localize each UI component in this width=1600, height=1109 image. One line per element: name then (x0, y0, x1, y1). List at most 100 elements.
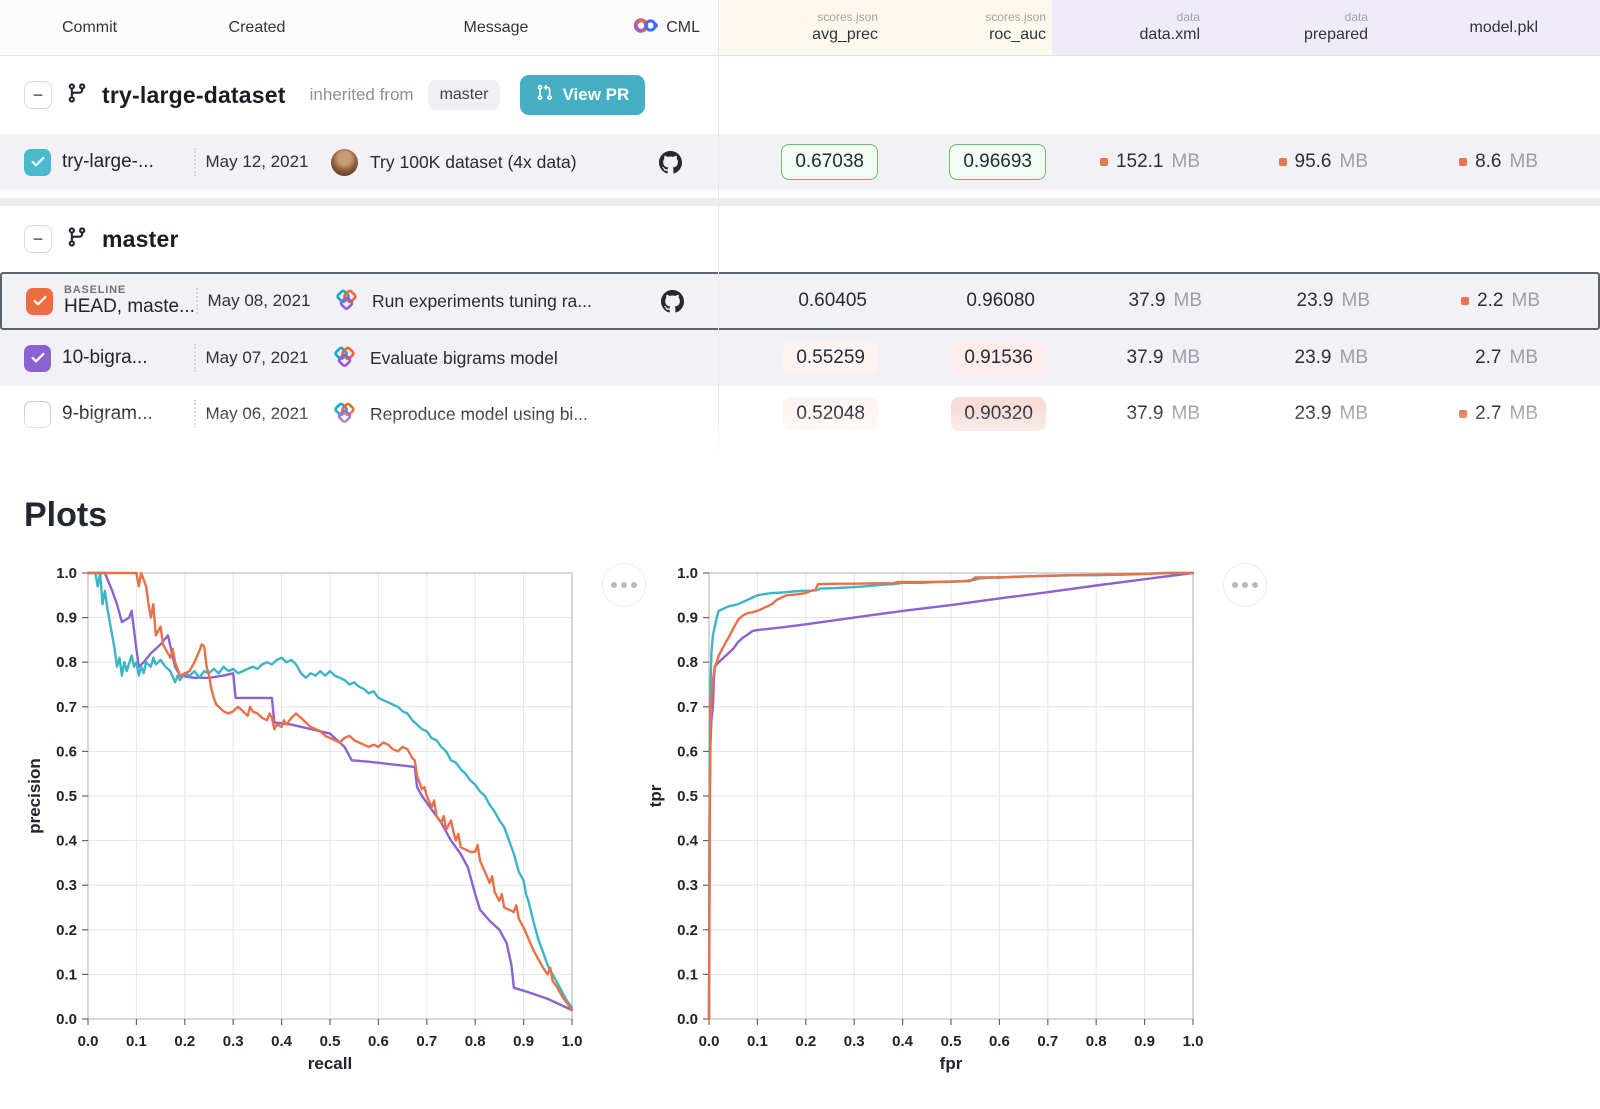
svg-text:0.6: 0.6 (989, 1033, 1010, 1050)
plot-options-button[interactable] (1223, 563, 1267, 607)
metric-avg-prec: 0.60405 (785, 284, 880, 318)
row-checkbox[interactable] (24, 345, 51, 372)
dvc-icon (331, 457, 358, 471)
github-icon[interactable] (659, 151, 682, 174)
dvc-icon (333, 288, 360, 315)
experiment-row-try-large[interactable]: try-large-... May 12, 2021 Try 100K data… (0, 134, 1600, 190)
svg-text:0.7: 0.7 (416, 1033, 437, 1050)
roc-plot: 0.00.10.20.30.40.50.60.70.80.91.00.00.10… (645, 557, 1205, 1081)
svg-text:0.5: 0.5 (941, 1033, 962, 1050)
experiment-row-9-bigrams[interactable]: 9-bigram... May 06, 2021 Reproduce model… (0, 386, 1600, 442)
pull-request-icon (536, 84, 553, 106)
row-checkbox[interactable] (24, 457, 51, 471)
placeholder (782, 455, 878, 470)
svg-text:1.0: 1.0 (1183, 1033, 1204, 1050)
branch-name: try-large-dataset (102, 82, 286, 109)
changed-marker-icon (1279, 158, 1287, 166)
svg-text:0.3: 0.3 (844, 1033, 865, 1050)
view-pr-button[interactable]: View PR (520, 75, 645, 115)
commit-name: 9-bigram... (62, 403, 182, 425)
svg-text:0.7: 0.7 (677, 699, 698, 716)
metric-roc-auc: 0.96080 (953, 284, 1048, 318)
metric-roc-auc: 0.96693 (949, 144, 1046, 180)
git-branch-icon (66, 82, 88, 109)
placeholder (1466, 464, 1538, 471)
inherited-from-label: inherited from (310, 85, 414, 105)
roc-chart: 0.00.10.20.30.40.50.60.70.80.91.00.00.10… (645, 557, 1205, 1081)
svg-text:0.1: 0.1 (126, 1033, 147, 1050)
svg-text:0.0: 0.0 (56, 1011, 77, 1028)
svg-text:0.3: 0.3 (223, 1033, 244, 1050)
collapse-branch-button[interactable]: − (24, 81, 52, 109)
svg-text:1.0: 1.0 (562, 1033, 583, 1050)
cml-infinity-icon (633, 17, 659, 39)
col-header-cml: CML (633, 17, 718, 39)
col-header-model-pkl: model.pkl (1382, 18, 1600, 38)
svg-text:0.8: 0.8 (56, 654, 77, 671)
row-checkbox[interactable] (24, 401, 51, 428)
col-header-data-xml: data data.xml (1052, 10, 1214, 45)
branch-section-try-large-dataset: − try-large-dataset inherited from maste… (0, 56, 1600, 198)
svg-text:0.1: 0.1 (677, 966, 698, 983)
svg-text:0.3: 0.3 (56, 877, 77, 894)
placeholder (1128, 464, 1200, 471)
size-value: 2.7 (1475, 403, 1501, 425)
size-value: 152.1 (1116, 151, 1164, 173)
size-value: 37.9 (1129, 290, 1166, 312)
metric-roc-auc: 0.91536 (951, 341, 1046, 375)
svg-text:0.6: 0.6 (56, 743, 77, 760)
svg-text:0.9: 0.9 (513, 1033, 534, 1050)
size-value: 23.9 (1295, 347, 1332, 369)
col-header-roc-auc: scores.json roc_auc (884, 10, 1052, 45)
precision-recall-plot: 0.00.10.20.30.40.50.60.70.80.91.00.00.10… (24, 557, 584, 1081)
precision-recall-chart: 0.00.10.20.30.40.50.60.70.80.91.00.00.10… (24, 557, 584, 1081)
plots-section: 0.00.10.20.30.40.50.60.70.80.91.00.00.10… (0, 557, 1600, 1081)
row-checkbox[interactable] (24, 149, 51, 176)
size-value: 23.9 (1297, 290, 1334, 312)
commit-message: Reproduce model using bi... (370, 404, 622, 425)
metric-avg-prec: 0.67038 (781, 144, 878, 180)
dvc-icon (331, 345, 358, 372)
branch-section-master: − master BASELINE HEAD, maste... May 08,… (0, 206, 1600, 470)
svg-text:0.4: 0.4 (271, 1033, 293, 1050)
experiment-row-head[interactable]: BASELINE HEAD, maste... May 08, 2021 Run… (0, 272, 1600, 330)
size-value: 95.6 (1295, 151, 1332, 173)
col-header-avg-prec: scores.json avg_prec (718, 10, 884, 45)
commit-name: HEAD, maste... (64, 296, 184, 318)
svg-text:0.7: 0.7 (56, 699, 77, 716)
col-header-message: Message (464, 19, 529, 37)
svg-text:tpr: tpr (646, 784, 665, 807)
baseline-badge: BASELINE (64, 284, 184, 296)
svg-text:0.5: 0.5 (56, 788, 77, 805)
plots-section-title: Plots (0, 470, 1600, 535)
experiment-row-10-bigrams[interactable]: 10-bigra... May 07, 2021 Evaluate bigram… (0, 330, 1600, 386)
git-branch-icon (66, 226, 88, 253)
commit-date: May 07, 2021 (205, 348, 308, 368)
changed-marker-icon (1459, 158, 1467, 166)
truncated-row[interactable] (0, 442, 1600, 470)
row-checkbox[interactable] (26, 288, 53, 315)
inherited-branch-pill: master (428, 80, 501, 110)
svg-text:precision: precision (25, 758, 44, 834)
github-icon[interactable] (661, 290, 684, 313)
svg-text:0.1: 0.1 (747, 1033, 768, 1050)
collapse-branch-button[interactable]: − (24, 225, 52, 253)
commit-date: May 08, 2021 (207, 291, 310, 311)
svg-text:0.5: 0.5 (677, 788, 698, 805)
col-header-created: Created (229, 19, 286, 37)
commit-date: May 06, 2021 (205, 404, 308, 424)
changed-marker-icon (1100, 158, 1108, 166)
svg-text:0.1: 0.1 (56, 966, 77, 983)
size-value: 37.9 (1127, 403, 1164, 425)
svg-text:0.4: 0.4 (56, 833, 78, 850)
svg-text:0.2: 0.2 (795, 1033, 816, 1050)
plot-options-button[interactable] (602, 563, 646, 607)
svg-text:0.4: 0.4 (677, 833, 699, 850)
changed-marker-icon (1461, 297, 1469, 305)
svg-text:0.6: 0.6 (677, 743, 698, 760)
dvc-icon (331, 401, 358, 428)
branch-header: − try-large-dataset inherited from maste… (0, 56, 1600, 134)
size-value: 2.2 (1477, 290, 1503, 312)
svg-text:0.6: 0.6 (368, 1033, 389, 1050)
svg-text:0.2: 0.2 (174, 1033, 195, 1050)
